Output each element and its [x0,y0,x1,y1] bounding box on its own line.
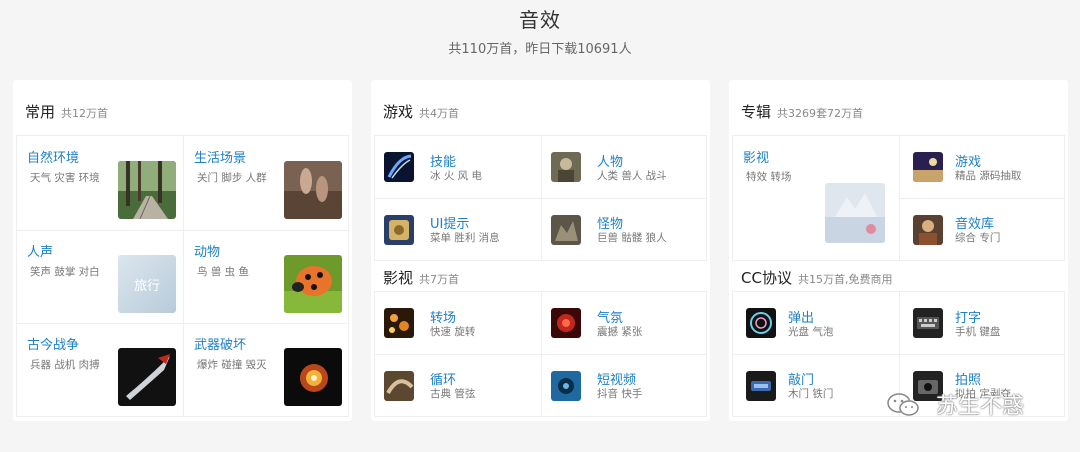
short-video-icon [551,371,581,401]
album-game[interactable]: 游戏 精品 源码抽取 [900,136,1066,198]
forest-path-thumbnail [118,161,176,219]
skill-icon [384,152,414,182]
category-tags: 爆炸 碰撞 毁灭 [197,359,267,371]
transition-icon [384,308,414,338]
panel-game-film: 游戏 共4万首 技能 冰 火 风 电 人物 人类 兽人 战斗 UI提示 菜单 胜利… [371,80,710,421]
pop-icon [746,308,776,338]
category-weapon-destruction[interactable]: 武器破坏 爆炸 碰撞 毁灭 [184,324,350,416]
category-tags: 鸟 兽 虫 鱼 [197,266,250,278]
panel-album-cc: 专辑 共3269套72万首 影视 特效 转场 游戏 精品 源码抽取 音效库 综合 … [729,80,1068,421]
category-tags: 关门 脚步 人群 [197,172,267,184]
section-count: 共4万首 [419,107,460,120]
section-title: 影视 [383,269,414,287]
section-title: CC协议 [741,269,792,287]
category-tags: 兵器 战机 肉搏 [30,359,100,371]
category-name: 古今战争 [27,338,80,353]
category-knock[interactable]: 敲门 木门 铁门 [733,355,899,417]
page-title: 音效 [519,8,561,32]
category-tags: 古典 管弦 [430,388,476,400]
category-war[interactable]: 古今战争 兵器 战机 肉搏 [17,324,183,416]
thumbnail-overlay-text: 旅行 [134,279,161,294]
category-typing[interactable]: 打字 手机 键盘 [900,292,1066,354]
category-tags: 快速 旋转 [430,326,476,338]
category-name: 人声 [27,245,54,260]
sword-thumbnail [118,348,176,406]
section-title: 常用 [25,103,56,121]
category-ui-prompts[interactable]: UI提示 菜单 胜利 消息 [375,199,541,261]
album-film-thumbnail [825,183,885,243]
sound-library-icon [913,215,943,245]
album-sound-library[interactable]: 音效库 综合 专门 [900,199,1066,261]
category-name: 武器破坏 [194,338,247,353]
category-nature[interactable]: 自然环境 天气 灾害 环境 [17,136,183,230]
section-count: 共3269套72万首 [777,107,864,120]
category-tags: 特效 转场 [746,171,792,183]
category-loops[interactable]: 循环 古典 管弦 [375,355,541,417]
watermark-text: 苏生不惑 [936,394,1025,419]
category-tags: 综合 专门 [955,232,1001,244]
section-count: 共7万首 [419,273,460,286]
ladybug-thumbnail [284,255,342,313]
footsteps-thumbnail [284,161,342,219]
category-voice[interactable]: 人声 笑声 鼓掌 对白 旅行 [17,231,183,323]
door-knock-icon [746,371,776,401]
category-tags: 抖音 快手 [597,388,643,400]
section-header-game: 游戏 共4万首 [383,101,459,122]
category-tags: 巨兽 骷髅 狼人 [597,232,667,244]
category-tags: 冰 火 风 电 [430,170,483,182]
explosion-thumbnail [284,348,342,406]
category-name: 生活场景 [194,151,247,166]
category-tags: 人类 兽人 战斗 [597,170,667,182]
category-atmosphere[interactable]: 气氛 震撼 紧张 [542,292,708,354]
section-header-film: 影视 共7万首 [383,267,459,288]
ui-prompt-icon [384,215,414,245]
category-name: 动物 [194,245,221,260]
section-count: 共15万首,免费商用 [797,273,893,286]
category-tags: 天气 灾害 环境 [30,172,100,184]
category-tags: 手机 键盘 [955,326,1001,338]
character-icon [551,152,581,182]
category-short-video[interactable]: 短视频 抖音 快手 [542,355,708,417]
category-tags: 菜单 胜利 消息 [430,232,500,244]
category-tags: 笑声 鼓掌 对白 [30,266,100,278]
loop-icon [384,371,414,401]
panel-common: 常用 共12万首 自然环境 天气 灾害 环境 生活场景 关门 脚步 人群 人声 笑… [13,80,352,421]
category-tags: 精品 源码抽取 [955,170,1022,182]
category-grid-album: 影视 特效 转场 游戏 精品 源码抽取 音效库 综合 专门 [732,135,1065,261]
section-title: 专辑 [741,103,772,121]
section-title: 游戏 [383,103,414,121]
category-grid: 自然环境 天气 灾害 环境 生活场景 关门 脚步 人群 人声 笑声 鼓掌 对白 … [16,135,349,417]
category-grid-game: 技能 冰 火 风 电 人物 人类 兽人 战斗 UI提示 菜单 胜利 消息 怪物 … [374,135,707,261]
category-monsters[interactable]: 怪物 巨兽 骷髅 狼人 [542,199,708,261]
category-tags: 震撼 紧张 [597,326,643,338]
category-transitions[interactable]: 转场 快速 旋转 [375,292,541,354]
section-header-cc: CC协议 共15万首,免费商用 [741,267,892,288]
keyboard-icon [913,308,943,338]
section-header-album: 专辑 共3269套72万首 [741,101,863,122]
category-animals[interactable]: 动物 鸟 兽 虫 鱼 [184,231,350,323]
category-tags: 光盘 气泡 [788,326,834,338]
category-skills[interactable]: 技能 冰 火 风 电 [375,136,541,198]
category-life-scenes[interactable]: 生活场景 关门 脚步 人群 [184,136,350,230]
category-pop[interactable]: 弹出 光盘 气泡 [733,292,899,354]
section-count: 共12万首 [61,107,109,120]
page-subtitle: 共110万首，昨日下载10691人 [448,42,632,57]
wechat-icon [887,393,919,416]
monster-icon [551,215,581,245]
section-header-common: 常用 共12万首 [25,101,108,122]
atmosphere-icon [551,308,581,338]
category-name: 影视 [743,151,770,166]
category-characters[interactable]: 人物 人类 兽人 战斗 [542,136,708,198]
category-tags: 木门 铁门 [788,388,834,400]
category-grid-film: 转场 快速 旋转 气氛 震撼 紧张 循环 古典 管弦 短视频 抖音 快手 [374,291,707,417]
album-film[interactable]: 影视 特效 转场 [733,136,899,261]
travel-thumbnail: 旅行 [118,255,176,313]
category-name: 自然环境 [27,151,80,166]
album-game-icon [913,152,943,182]
